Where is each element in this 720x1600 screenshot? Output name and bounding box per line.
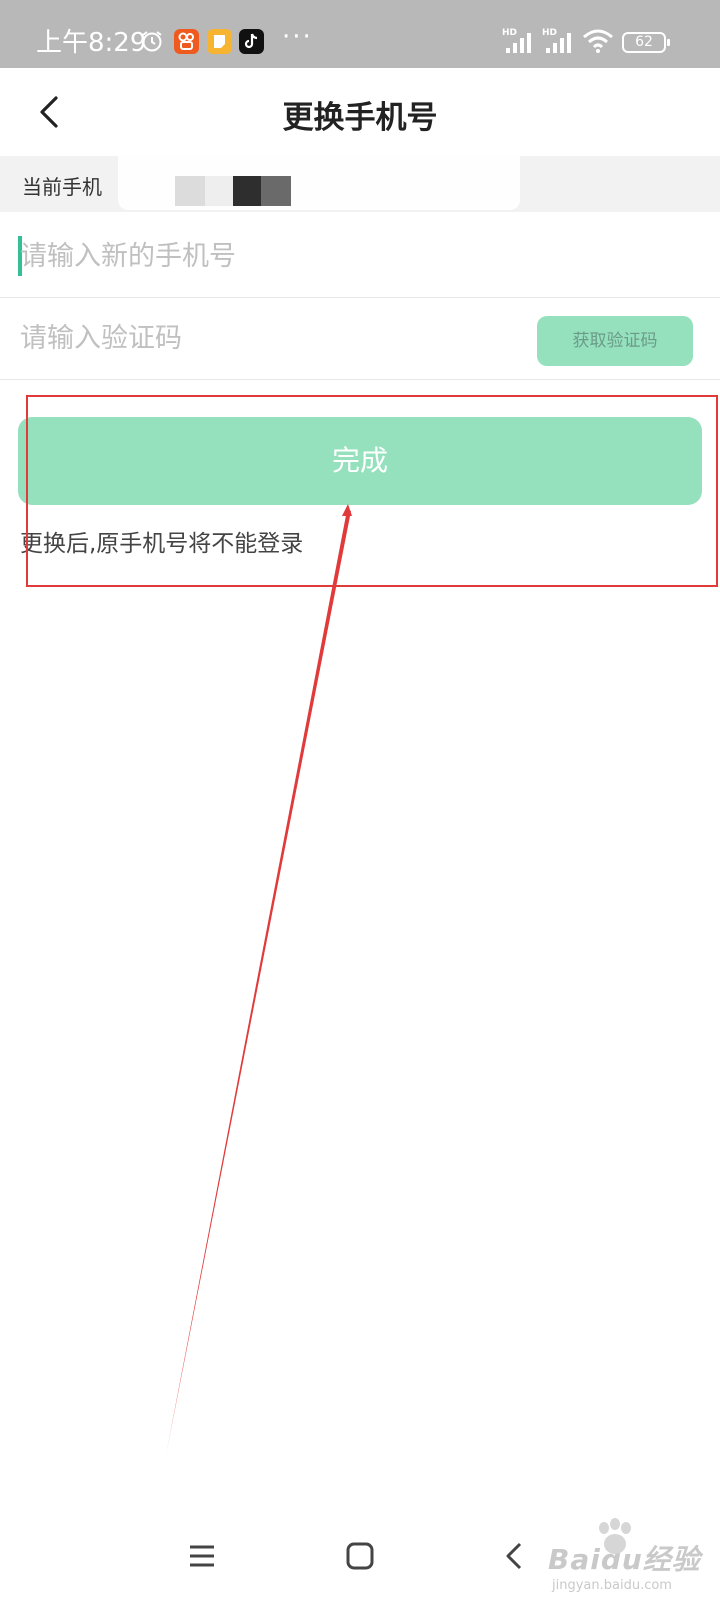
home-button[interactable] <box>338 1534 382 1578</box>
verification-code-row: 获取验证码 <box>0 298 720 380</box>
redaction-pixels <box>175 176 205 206</box>
alarm-icon <box>142 31 162 52</box>
get-code-button[interactable]: 获取验证码 <box>537 316 693 366</box>
signal-icon <box>506 33 531 53</box>
baidu-paw-logo <box>599 1518 631 1554</box>
hint-text: 更换后,原手机号将不能登录 <box>20 531 304 557</box>
app-icon-tiktok <box>239 29 264 54</box>
nav-back-button[interactable] <box>494 1534 538 1578</box>
new-phone-row <box>0 212 720 298</box>
app-icon-notes <box>207 29 232 54</box>
battery-icon: 62 <box>622 32 670 53</box>
app-icon-kuaishou <box>174 29 199 54</box>
status-time: 上午8:29 <box>36 28 147 58</box>
menu-icon <box>190 1545 214 1567</box>
home-icon <box>346 1542 374 1570</box>
page-title: 更换手机号 <box>282 100 438 136</box>
done-button[interactable]: 完成 <box>18 417 702 505</box>
wifi-icon <box>583 29 613 53</box>
redaction-pixels <box>233 176 261 206</box>
redaction-pixels <box>261 176 291 206</box>
more-notifications-icon: ··· <box>282 22 313 52</box>
battery-level: 62 <box>635 34 653 50</box>
current-phone-label: 当前手机 <box>22 175 102 199</box>
new-phone-input[interactable] <box>20 236 520 276</box>
back-icon <box>506 1542 522 1570</box>
verification-code-input[interactable] <box>20 318 500 358</box>
status-bar: 上午8:29 ··· HD HD 62 <box>0 0 720 68</box>
signal-icon <box>546 33 571 53</box>
baidu-watermark: Baidu经验 jingyan.baidu.com <box>548 1518 701 1593</box>
watermark-sub: jingyan.baidu.com <box>552 1578 672 1593</box>
menu-button[interactable] <box>180 1534 224 1578</box>
app-header: 更换手机号 <box>0 68 720 156</box>
redaction-pixels <box>205 176 233 206</box>
